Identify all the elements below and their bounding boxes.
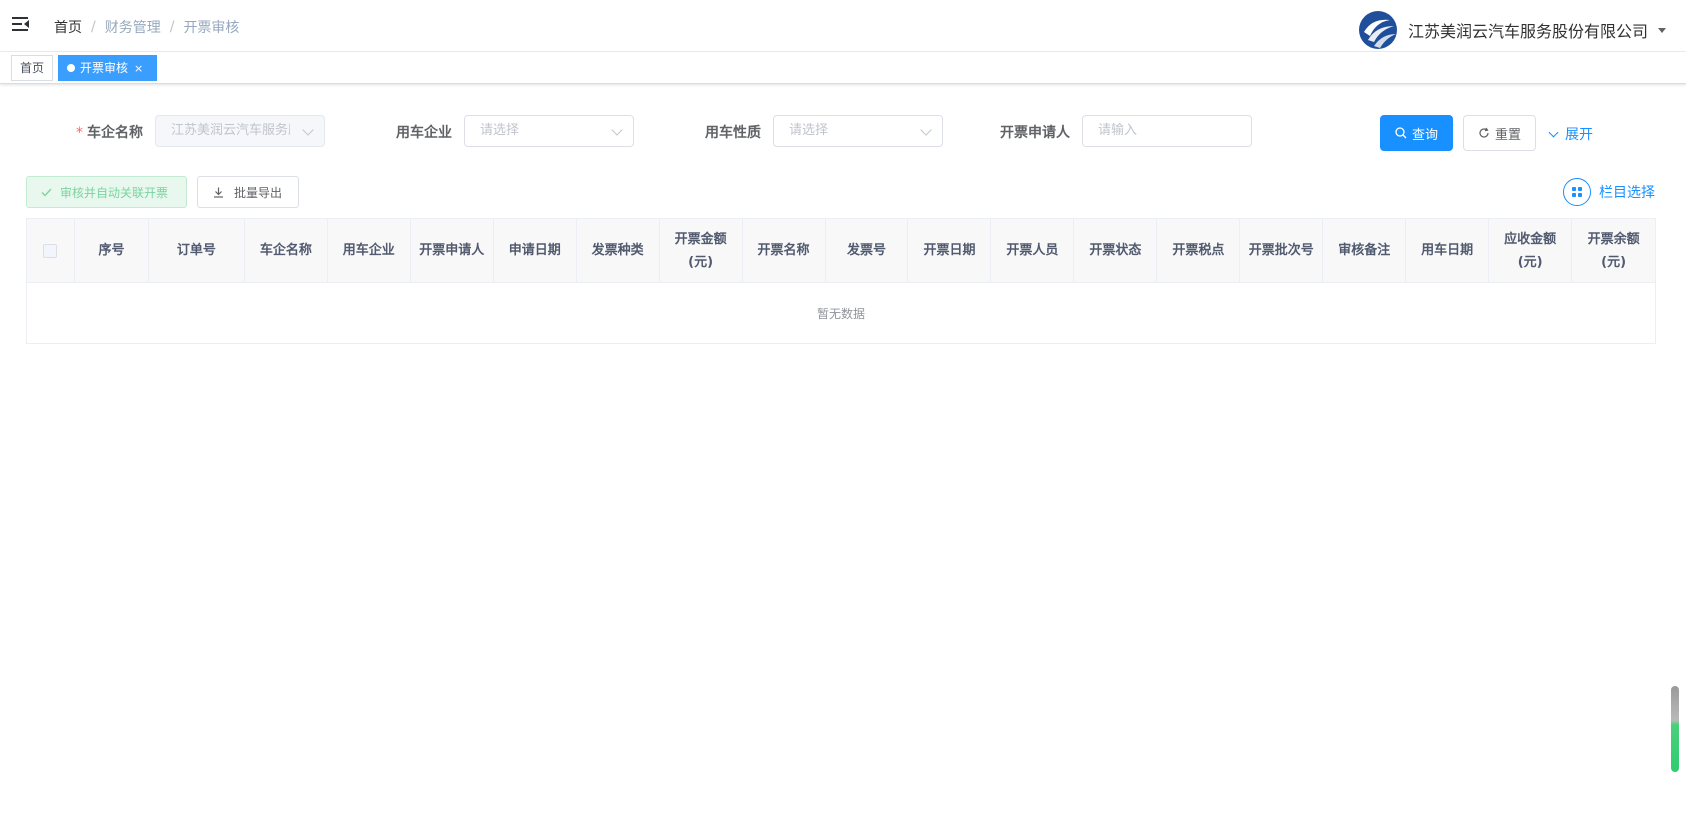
usage-type-placeholder: 请选择 <box>789 123 829 138</box>
column-header-use-date[interactable]: 用车日期 <box>1406 219 1490 282</box>
breadcrumb-home[interactable]: 首页 <box>54 17 82 37</box>
company-logo-icon <box>1358 11 1397 49</box>
company-dropdown[interactable]: 江苏美润云汽车服务股份有限公司 <box>1358 8 1666 52</box>
column-header-order-no[interactable]: 订单号 <box>149 219 245 282</box>
usage-type-label: 用车性质 <box>705 125 761 141</box>
column-header-invoice-no[interactable]: 发票号 <box>826 219 909 282</box>
breadcrumb-separator: / <box>91 19 96 35</box>
column-header-review-note[interactable]: 审核备注 <box>1323 219 1407 282</box>
column-header-index[interactable]: 序号 <box>75 219 149 282</box>
reset-button[interactable]: 重置 <box>1463 115 1536 151</box>
column-header-invoice-date[interactable]: 开票日期 <box>908 219 992 282</box>
grid-icon <box>1563 178 1591 206</box>
car-company-label-text: 车企名称 <box>87 125 143 141</box>
column-header-status[interactable]: 开票状态 <box>1074 219 1158 282</box>
column-header-user-company[interactable]: 用车企业 <box>328 219 411 282</box>
car-company-select[interactable]: 江苏美润云汽车服务股份有限公司 <box>155 115 325 147</box>
column-header-invoice-type[interactable]: 发票种类 <box>577 219 660 282</box>
breadcrumb-separator: / <box>169 19 175 35</box>
column-header-balance[interactable]: 开票余额(元) <box>1572 219 1655 282</box>
company-name: 江苏美润云汽车服务股份有限公司 <box>1407 22 1648 41</box>
chevron-down-icon <box>920 124 932 136</box>
table-header: 序号 订单号 车企名称 用车企业 开票申请人 申请日期 发票种类 开票金额(元)… <box>27 219 1655 283</box>
applicant-input[interactable]: 请输入 <box>1082 115 1252 147</box>
navbar: 首页 / 财务管理 / 开票审核 江苏美润云汽车服务股份有限公司 <box>0 0 1686 52</box>
column-header-batch-no[interactable]: 开票批次号 <box>1240 219 1324 282</box>
user-company-label: 用车企业 <box>396 125 452 141</box>
tab-invoice-review[interactable]: 开票审核 × <box>58 55 157 81</box>
applicant-placeholder: 请输入 <box>1098 123 1138 138</box>
approve-auto-link-button[interactable]: 审核并自动关联开票 <box>26 176 187 208</box>
column-header-issuer[interactable]: 开票人员 <box>991 219 1075 282</box>
column-header-applicant[interactable]: 开票申请人 <box>411 219 494 282</box>
refresh-icon <box>1479 127 1489 138</box>
tab-home-label: 首页 <box>20 61 45 75</box>
caret-down-icon <box>1658 27 1666 33</box>
user-company-placeholder: 请选择 <box>480 123 520 138</box>
chevron-down-icon <box>1548 127 1559 137</box>
check-icon <box>41 188 52 196</box>
query-button-label: 查询 <box>1411 127 1438 143</box>
required-mark: * <box>76 125 83 141</box>
download-icon <box>214 187 223 198</box>
chevron-down-icon <box>302 124 314 136</box>
column-select-label: 栏目选择 <box>1599 185 1655 201</box>
scrollbar-thumb[interactable] <box>1671 686 1679 772</box>
expand-label: 展开 <box>1565 127 1593 143</box>
tab-home[interactable]: 首页 <box>11 55 54 81</box>
close-icon[interactable]: × <box>134 57 143 81</box>
column-header-invoice-name[interactable]: 开票名称 <box>743 219 826 282</box>
select-all-checkbox[interactable] <box>43 243 58 258</box>
reset-button-label: 重置 <box>1494 127 1521 143</box>
chevron-down-icon <box>611 124 623 136</box>
batch-export-button[interactable]: 批量导出 <box>197 176 299 208</box>
user-company-select[interactable]: 请选择 <box>464 115 634 147</box>
column-header-receivable[interactable]: 应收金额(元) <box>1489 219 1573 282</box>
column-header-amount[interactable]: 开票金额(元) <box>660 219 743 282</box>
hamburger-menu-icon[interactable] <box>12 16 30 34</box>
usage-type-select[interactable]: 请选择 <box>773 115 943 147</box>
breadcrumb-current: 开票审核 <box>183 20 240 36</box>
active-dot-icon <box>67 64 75 72</box>
expand-toggle[interactable]: 展开 <box>1548 124 1593 144</box>
car-company-label: * 车企名称 <box>76 122 143 142</box>
select-all-cell <box>27 219 75 282</box>
column-header-car-company[interactable]: 车企名称 <box>245 219 328 282</box>
applicant-label: 开票申请人 <box>1000 125 1070 141</box>
tab-invoice-review-label: 开票审核 <box>80 61 129 75</box>
search-icon <box>1395 127 1407 139</box>
breadcrumb: 首页 / 财务管理 / 开票审核 <box>54 17 239 37</box>
column-header-tax-point[interactable]: 开票税点 <box>1157 219 1241 282</box>
export-button-label: 批量导出 <box>234 185 283 200</box>
invoice-table: 序号 订单号 车企名称 用车企业 开票申请人 申请日期 发票种类 开票金额(元)… <box>26 218 1656 344</box>
breadcrumb-finance: 财务管理 <box>104 20 161 36</box>
query-button[interactable]: 查询 <box>1380 115 1453 151</box>
tags-view: 首页 开票审核 × <box>0 52 1686 84</box>
empty-state: 暂无数据 <box>816 306 865 321</box>
car-company-value: 江苏美润云汽车服务股份有限公司 <box>171 123 290 138</box>
approve-button-label: 审核并自动关联开票 <box>60 185 169 200</box>
column-header-apply-date[interactable]: 申请日期 <box>494 219 577 282</box>
column-select-button[interactable]: 栏目选择 <box>1563 178 1655 206</box>
